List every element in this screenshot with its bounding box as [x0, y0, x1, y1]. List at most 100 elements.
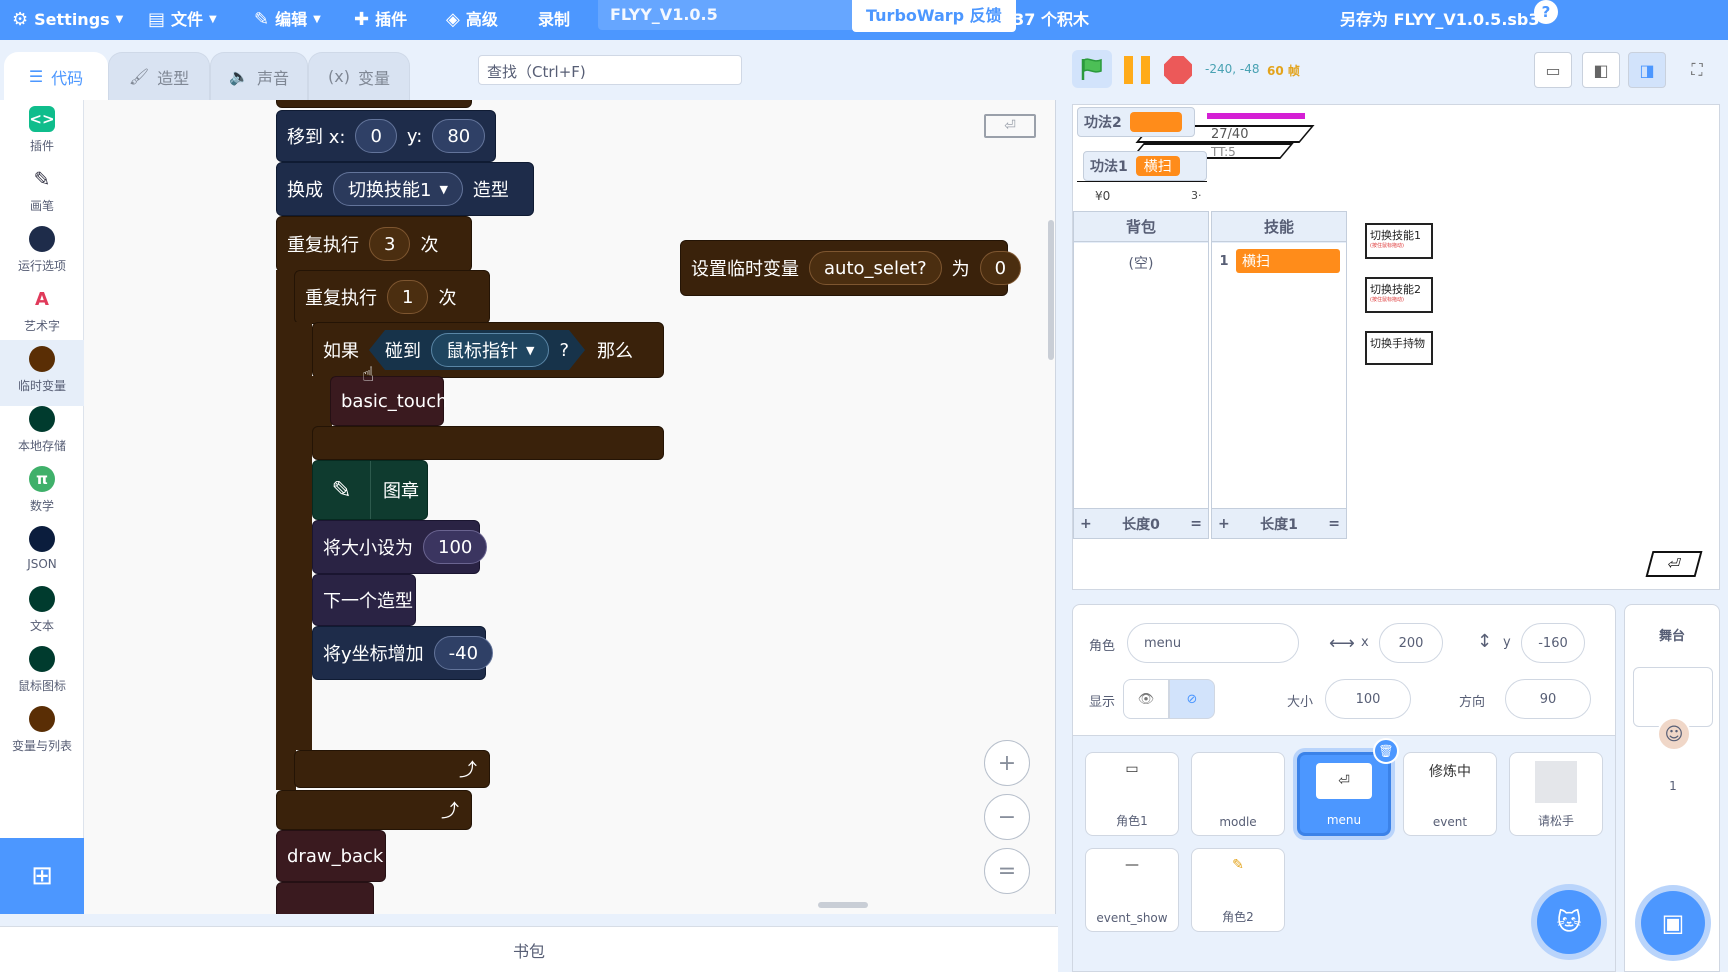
category-json[interactable]: JSON [0, 520, 84, 586]
set-temp-var-block[interactable]: 设置临时变量 auto_selet? 为 0 [680, 240, 1022, 296]
sprite-tile[interactable]: 修炼中 event [1403, 752, 1497, 836]
sprite-tile-selected[interactable]: ⏎ menu [1297, 752, 1391, 836]
green-flag-button[interactable] [1072, 50, 1112, 88]
sprite-tile[interactable]: modle [1191, 752, 1285, 836]
zoom-in-button[interactable]: + [984, 740, 1030, 786]
size-input[interactable]: 100 [1325, 679, 1411, 719]
zoom-reset-button[interactable]: = [984, 848, 1030, 894]
list-item-value[interactable]: 横扫 [1236, 249, 1340, 273]
monitor-value: 横扫 [1135, 156, 1180, 176]
tab-code[interactable]: ☰ 代码 [4, 52, 108, 100]
repeat-outer-count[interactable]: 3 [369, 227, 411, 261]
save-as-button[interactable]: 另存为 FLYY_V1.0.5.sb3 [1340, 0, 1540, 40]
sprite-tile[interactable]: ✎ 角色2 [1191, 848, 1285, 932]
draw-back-block[interactable]: draw_back [276, 830, 386, 882]
fullscreen-button[interactable]: ⛶ [1678, 52, 1716, 88]
category-vars-lists[interactable]: 变量与列表 [0, 700, 84, 766]
button-sub: (按住鼠标拖动) [1370, 243, 1404, 249]
backpack-bar[interactable]: 书包 [0, 926, 1058, 972]
direction-input[interactable]: 90 [1505, 679, 1591, 719]
category-mouse-cursor[interactable]: 鼠标图标 [0, 640, 84, 706]
sprite-label: 角色 [1089, 639, 1116, 654]
sprite-tile[interactable]: 请松手 [1509, 752, 1603, 836]
switch-costume-block[interactable]: 换成 切换技能1 ▼ 造型 [276, 162, 534, 216]
file-menu[interactable]: ▤ 文件 ▼ [148, 0, 217, 40]
console-button[interactable]: ▭ [1534, 52, 1572, 88]
sprite-tile[interactable]: — event_show [1085, 848, 1179, 932]
script-workspace[interactable]: 移到 x: 0 y: 80 换成 切换技能1 ▼ 造型 重复执行 3 次 ⤴ 重… [84, 100, 1056, 914]
category-art-text[interactable]: A 艺术字 [0, 280, 84, 346]
chevron-down-icon: ▼ [439, 182, 448, 196]
addons-menu[interactable]: ✚ 插件 [354, 0, 407, 40]
sprite-thumbnail: ▭ [1125, 761, 1139, 777]
x-input[interactable]: 200 [1379, 623, 1443, 663]
hide-button[interactable]: ⊘ [1169, 679, 1215, 719]
basic-touch-block[interactable]: basic_touch [330, 376, 448, 426]
category-addons[interactable]: <> 插件 [0, 100, 84, 166]
project-title-input[interactable]: FLYY_V1.0.5 [598, 0, 856, 30]
settings-menu[interactable]: ⚙ Settings ▼ [12, 0, 123, 40]
zoom-out-button[interactable]: − [984, 794, 1030, 840]
category-temp-vars[interactable]: 临时变量 [0, 340, 84, 406]
sprite-tile[interactable]: ▭ 角色1 [1085, 752, 1179, 836]
menu-sprite-icon[interactable]: ⏎ [1645, 551, 1703, 577]
partial-block[interactable] [276, 100, 472, 108]
category-runtime-options[interactable]: 运行选项 [0, 220, 84, 286]
category-pen[interactable]: ✎ 画笔 [0, 160, 84, 226]
stop-button[interactable] [1164, 56, 1192, 84]
temp-var-value-input[interactable]: 0 [979, 251, 1022, 285]
add-extension-button[interactable]: ⊞ [0, 838, 84, 914]
temp-var-name-input[interactable]: auto_selet? [809, 251, 942, 285]
small-stage-button[interactable]: ◧ [1582, 52, 1620, 88]
next-costume-block[interactable]: 下一个造型 [312, 574, 416, 626]
costume-dropdown[interactable]: 切换技能1 ▼ [333, 172, 463, 206]
stage-pane[interactable]: 舞台 ☺ 1 ▣ [1624, 604, 1720, 972]
set-size-input[interactable]: 100 [423, 530, 488, 564]
list-resize-handle[interactable]: = [1190, 516, 1202, 532]
tab-variables[interactable]: (x) 变量 [308, 52, 410, 100]
workspace-vertical-scrollbar[interactable] [1048, 220, 1054, 360]
list-add-button[interactable]: + [1218, 516, 1230, 532]
list-resize-handle[interactable]: = [1328, 516, 1340, 532]
show-button[interactable]: 👁 [1123, 679, 1169, 719]
repeat-inner-block[interactable]: 重复执行 1 次 [294, 270, 490, 324]
normal-stage-button[interactable]: ◨ [1628, 52, 1666, 88]
delete-sprite-button[interactable]: 🗑 [1373, 738, 1399, 764]
category-local-storage[interactable]: 本地存储 [0, 400, 84, 466]
switch-skill1-button[interactable]: 切换技能1 (按住鼠标拖动) [1365, 223, 1433, 259]
goto-xy-block[interactable]: 移到 x: 0 y: 80 [276, 110, 496, 162]
switch-held-item-button[interactable]: 切换手持物 [1365, 331, 1433, 365]
category-math[interactable]: π 数学 [0, 460, 84, 526]
edit-menu[interactable]: ✎ 编辑 ▼ [254, 0, 321, 40]
goto-x-input[interactable]: 0 [355, 119, 397, 153]
touching-dropdown[interactable]: 鼠标指针 ▼ [431, 333, 549, 367]
list-add-button[interactable]: + [1080, 516, 1092, 532]
switch-skill2-button[interactable]: 切换技能2 (按住鼠标拖动) [1365, 277, 1433, 313]
advanced-menu[interactable]: ◈ 高级 [446, 0, 498, 40]
pause-button[interactable] [1124, 56, 1150, 84]
add-sprite-button[interactable]: 🐱 [1537, 890, 1601, 954]
sprite-name-input[interactable]: menu [1127, 623, 1299, 663]
repeat-inner-count[interactable]: 1 [387, 280, 429, 314]
record-menu[interactable]: 录制 [538, 0, 570, 40]
tab-sounds[interactable]: 🔈 声音 [210, 52, 308, 100]
stage-canvas[interactable]: 27/40 TT:5 ¥0 3· 功法2 功法1 横扫 背包 (空) + 长度0… [1072, 104, 1720, 590]
tab-costumes[interactable]: 🖌 造型 [108, 52, 210, 100]
goto-y-input[interactable]: 80 [432, 119, 486, 153]
partial-block-bottom[interactable] [276, 882, 374, 914]
help-icon[interactable]: ? [1534, 0, 1558, 24]
stamp-block[interactable]: ✎ 图章 [312, 460, 428, 520]
pi-icon: π [29, 466, 55, 492]
change-y-input[interactable]: -40 [433, 636, 494, 670]
y-input[interactable]: -160 [1521, 623, 1585, 663]
find-input[interactable]: 查找（Ctrl+F) [478, 55, 742, 85]
category-text[interactable]: 文本 [0, 580, 84, 646]
add-backdrop-button[interactable]: ▣ [1641, 891, 1705, 955]
workspace-horizontal-scrollbar[interactable] [818, 902, 868, 908]
set-size-block[interactable]: 将大小设为 100 [312, 520, 488, 574]
feedback-button[interactable]: TurboWarp 反馈 [852, 0, 1016, 32]
edit-label: 编辑 [275, 10, 308, 29]
change-y-block[interactable]: 将y坐标增加 -40 [312, 626, 494, 680]
touching-condition[interactable]: 碰到 鼠标指针 ▼ ? [369, 330, 585, 370]
repeat-outer-block[interactable]: 重复执行 3 次 [276, 216, 472, 272]
